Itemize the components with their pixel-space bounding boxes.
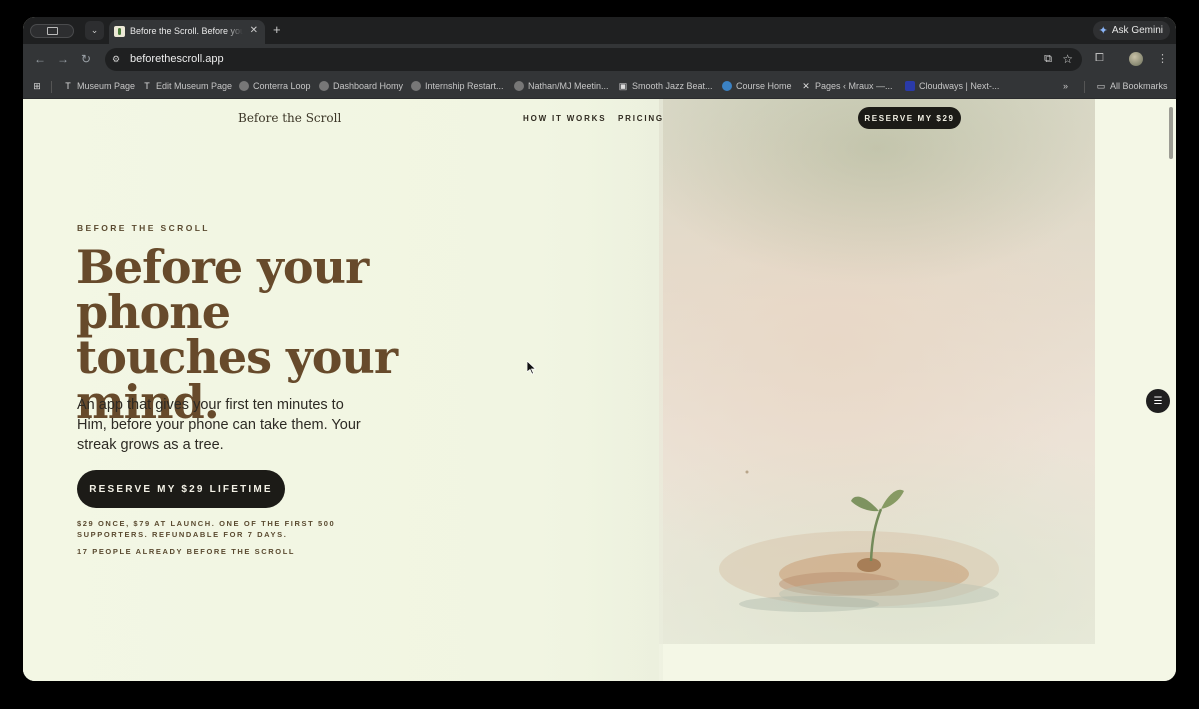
chevron-down-icon: ⌄ — [90, 25, 99, 35]
bookmark-star-icon[interactable]: ☆ — [1062, 52, 1073, 66]
reload-icon[interactable]: ↻ — [81, 52, 91, 66]
close-icon[interactable]: ✕ — [250, 25, 258, 36]
tab-active[interactable]: Before the Scroll. Before your phone tou… — [109, 20, 265, 44]
more-bookmarks-icon[interactable]: » — [1063, 81, 1068, 91]
cloudways-icon — [905, 81, 915, 91]
bookmark-item[interactable]: ✕ Pages ‹ Mraux —... — [801, 81, 892, 91]
nav-link-pricing[interactable]: PRICING — [618, 114, 664, 123]
sprout-illustration — [719, 470, 999, 612]
extensions-icon[interactable]: ⧠ — [1095, 52, 1104, 65]
site-favicon-icon — [114, 26, 125, 37]
hero-eyebrow: BEFORE THE SCROLL — [77, 223, 210, 233]
install-app-icon[interactable]: ⧉ — [1044, 53, 1052, 66]
bookmark-item[interactable]: Cloudways | Next-... — [905, 81, 999, 91]
reserve-lifetime-button[interactable]: RESERVE MY $29 LIFETIME — [77, 470, 285, 508]
bookmark-item[interactable]: T Edit Museum Page — [142, 81, 232, 91]
folder-icon: ▭ — [1096, 81, 1106, 91]
apps-grid-icon[interactable]: ⊞ — [32, 81, 42, 91]
chrome-icon — [514, 81, 524, 91]
bookmarks-divider — [51, 81, 52, 93]
gemini-sparkle-icon: ✦ — [1098, 25, 1108, 37]
course-icon — [722, 81, 732, 91]
site-settings-icon[interactable]: ⚙ — [112, 54, 123, 64]
tab-search-button[interactable]: ⌄ — [85, 21, 104, 40]
new-tab-button[interactable]: + — [273, 23, 281, 36]
app-icon: ▣ — [618, 81, 628, 91]
social-proof-text: 17 PEOPLE ALREADY BEFORE THE SCROLL — [77, 547, 296, 556]
hero-subhead: An app that gives your first ten minutes… — [77, 397, 361, 453]
back-icon[interactable]: ← — [34, 52, 46, 66]
sidebar-icon — [47, 27, 58, 35]
site-logo[interactable]: Before the Scroll — [238, 111, 341, 125]
bookmark-item[interactable]: Course Home — [722, 81, 792, 91]
globe-icon — [239, 81, 249, 91]
globe-icon — [411, 81, 421, 91]
bookmark-item[interactable]: ▣ Smooth Jazz Beat... — [618, 81, 713, 91]
t-icon: T — [144, 81, 150, 91]
browser-window: ⌄ Before the Scroll. Before your phone t… — [23, 17, 1176, 681]
nav-reserve-button[interactable]: RESERVE MY $29 — [858, 107, 961, 129]
url-text[interactable]: beforethescroll.app — [130, 53, 224, 65]
profile-avatar[interactable] — [1129, 52, 1143, 66]
sidebar-toggle-button[interactable] — [30, 24, 74, 38]
globe-icon — [319, 81, 329, 91]
ask-gemini-button[interactable]: ✦ Ask Gemini — [1092, 21, 1170, 40]
nav-link-how-it-works[interactable]: HOW IT WORKS — [523, 114, 606, 123]
filter-lines-icon: ☰ — [1153, 395, 1163, 407]
bookmark-item[interactable]: T Museum Page — [63, 81, 135, 91]
bookmark-item[interactable]: Nathan/MJ Meetin... — [514, 81, 609, 91]
watercolor-sprout-image — [659, 99, 1095, 644]
bookmarks-bar: ⊞ T Museum Page T Edit Museum Page Conterr… — [23, 75, 1176, 99]
pricing-fineprint: $29 ONCE, $79 AT LAUNCH. ONE OF THE FIRS… — [77, 519, 336, 539]
mouse-cursor-icon — [527, 361, 536, 375]
floating-filter-button[interactable]: ☰ — [1146, 389, 1170, 413]
ask-gemini-label: Ask Gemini — [1111, 25, 1163, 36]
x-icon: ✕ — [802, 81, 810, 91]
web-page: Before the Scroll HOW IT WORKS PRICING R… — [23, 99, 1176, 681]
t-icon: T — [65, 81, 71, 91]
bookmark-item[interactable]: Conterra Loop — [239, 81, 311, 91]
browser-toolbar: ← → ↻ ⚙ beforethescroll.app ⧉ ☆ ⧠ ⋮ — [23, 44, 1176, 75]
all-bookmarks-button[interactable]: ▭ All Bookmarks — [1096, 81, 1168, 91]
bookmark-item[interactable]: Dashboard Homy — [319, 81, 403, 91]
image-fade-edge — [583, 99, 663, 681]
tab-title: Before the Scroll. Before your phone tou… — [130, 26, 243, 36]
more-menu-icon[interactable]: ⋮ — [1157, 52, 1168, 65]
forward-icon[interactable]: → — [57, 52, 69, 66]
bookmark-item[interactable]: Internship Restart... — [411, 81, 504, 91]
bookmarks-divider — [1084, 81, 1085, 93]
tab-strip: ⌄ Before the Scroll. Before your phone t… — [23, 17, 1176, 44]
address-bar[interactable]: ⚙ beforethescroll.app ⧉ ☆ — [105, 48, 1082, 71]
page-scrollbar[interactable] — [1169, 107, 1173, 159]
